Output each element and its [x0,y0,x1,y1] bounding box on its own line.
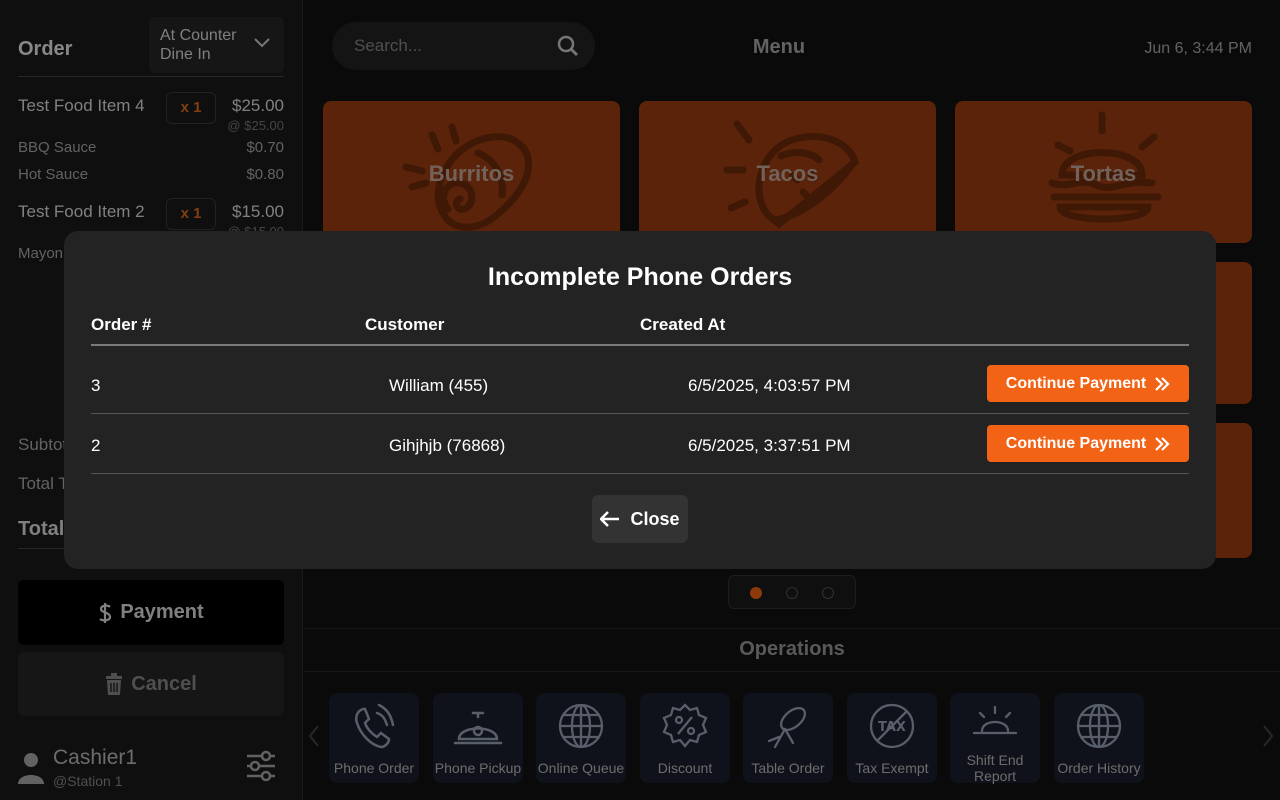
row-customer: William (455) [389,376,489,395]
double-chevron-right-icon [1155,436,1170,451]
pos-app: Order At Counter Dine In Test Food Item … [0,0,1280,800]
arrow-left-icon [600,511,620,527]
row-created-at: 6/5/2025, 4:03:57 PM [688,376,851,395]
continue-payment-button[interactable]: Continue Payment [987,425,1189,462]
close-button[interactable]: Close [592,495,688,543]
button-label: Continue Payment [1005,374,1147,392]
close-label: Close [630,508,680,529]
row-divider [91,413,1189,414]
incomplete-orders-modal: Incomplete Phone Orders Order # Customer… [64,231,1216,569]
row-customer: Gihjhjb (76868) [389,436,506,455]
row-created-at: 6/5/2025, 3:37:51 PM [688,436,851,455]
column-header-created: Created At [640,315,726,334]
row-divider [91,473,1189,474]
row-order-number: 2 [91,436,101,455]
button-label: Continue Payment [1005,434,1147,452]
column-header-customer: Customer [365,315,445,334]
column-header-order: Order # [91,315,152,334]
row-order-number: 3 [91,376,101,395]
modal-title: Incomplete Phone Orders [487,263,793,291]
continue-payment-button[interactable]: Continue Payment [987,365,1189,402]
header-divider [91,344,1189,346]
double-chevron-right-icon [1155,376,1170,391]
